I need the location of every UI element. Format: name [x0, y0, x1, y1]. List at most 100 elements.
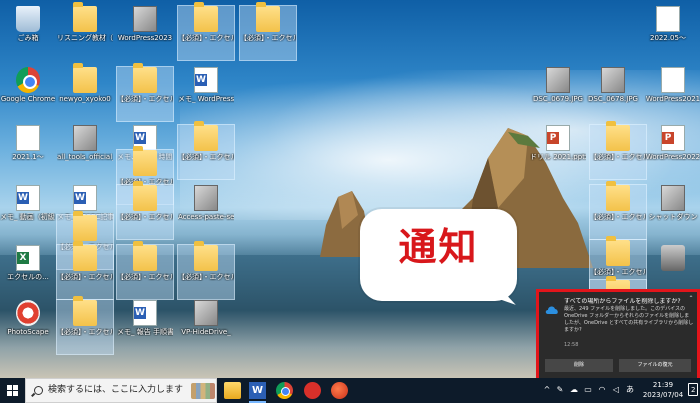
- desktop-icon[interactable]: 【必須】・エクセル 作: [56, 241, 114, 300]
- desktop-icon-label: 【必須】・エクセル 作: [57, 328, 113, 336]
- file-explorer-icon[interactable]: [224, 382, 241, 399]
- desktop-icon-label: メモ_ 動画（初級 作）.docx: [0, 213, 56, 221]
- desktop-icon-label: WordPress2021: [645, 95, 700, 103]
- folder-icon: [73, 63, 97, 93]
- desktop-icon[interactable]: all_tools_official_: [57, 125, 113, 179]
- word-icon: W: [73, 185, 97, 211]
- desktop-icon-label: 【必須】・エクセル 作: [117, 95, 173, 103]
- doc-icon: [661, 67, 685, 93]
- windows-logo-icon: [7, 385, 12, 390]
- red-app-icon[interactable]: [304, 382, 321, 399]
- doc-icon: [16, 125, 40, 151]
- ppt-icon: P: [661, 125, 685, 151]
- word-icon[interactable]: W: [249, 382, 266, 399]
- callout-text: 通知: [398, 225, 479, 269]
- desktop-icon[interactable]: 【必須】・エクセル 作: [56, 296, 114, 355]
- desktop-icon[interactable]: 2021.1～: [0, 125, 56, 179]
- desktop-icon[interactable]: Access-paste-sent...: [178, 185, 234, 239]
- desktop-icon-label: 【必須】・エクセル 作: [117, 273, 173, 281]
- desktop-icon[interactable]: VP-HideDrive_: [178, 300, 234, 354]
- desktop-icon[interactable]: 2022.05～: [640, 6, 696, 60]
- desktop-icon-label: 【必須】・エクセル 作: [117, 213, 173, 221]
- notification-time: 12:58: [564, 342, 579, 348]
- desktop-icon[interactable]: 【必須】・エクセル 作: [177, 2, 235, 61]
- desktop-icon[interactable]: W メモ_ 動画（初級 作）.docx: [0, 185, 56, 239]
- desktop-icon[interactable]: 【必須】・エクセル 作: [239, 2, 297, 61]
- notification-body: 最近、249 ファイルを削除しました。このデバイスの OneDrive フォルダ…: [564, 306, 694, 333]
- folder-icon: [606, 181, 630, 211]
- desktop-icon[interactable]: シャットダウン: [645, 185, 700, 239]
- chevron-up-icon[interactable]: ⌃: [687, 296, 695, 302]
- desktop-icon-label: newyo_xyoko0: [59, 95, 111, 103]
- desktop-icon[interactable]: PhotoScape: [0, 300, 56, 354]
- ppt-icon: P: [546, 125, 570, 151]
- orange-app-icon[interactable]: [331, 382, 348, 399]
- clock-date: 2023/07/04: [642, 391, 684, 399]
- desktop-icon-label: VP-HideDrive_: [181, 328, 231, 336]
- desktop-icon[interactable]: W メモ_ WordPress2021: [178, 67, 234, 121]
- desktop-icon-label: WordPress2022: [645, 153, 700, 161]
- clock[interactable]: 21:39 2023/07/04: [640, 380, 686, 400]
- desktop-icon[interactable]: 【必須】・エクセル 作: [589, 121, 647, 180]
- desktop-icon[interactable]: 【必須】・エクセル 作: [116, 241, 174, 300]
- word-icon: W: [16, 185, 40, 211]
- desktop-icon[interactable]: Google Chrome: [0, 67, 56, 121]
- desktop-icon[interactable]: P ドリル 2021.pptx: [530, 125, 586, 179]
- desktop-icon[interactable]: リスニング教材（東: [57, 2, 113, 60]
- wifi-icon[interactable]: ◠: [596, 385, 608, 395]
- thumbnail-icon: [194, 300, 218, 326]
- desktop-icon-label: エクセルの...: [7, 273, 49, 281]
- thumbnail-icon: [661, 185, 685, 211]
- folder-icon: [606, 121, 630, 151]
- notification-center-icon[interactable]: 2: [688, 383, 698, 396]
- desktop-icon[interactable]: W メモ_ 報告 手順書.docx: [117, 300, 173, 354]
- recycle-bin-icon: [16, 6, 40, 32]
- folder-icon: [194, 241, 218, 271]
- folder-icon: [133, 146, 157, 176]
- desktop-icon-label: 【必須】・エクセル 作: [590, 153, 646, 161]
- desktop-icon-label: WordPress2023: [117, 34, 173, 42]
- desktop-icon-label: ごみ箱: [17, 34, 39, 42]
- desktop-icon-label: 【必須】・エクセル 作: [240, 34, 296, 42]
- folder-icon: [133, 181, 157, 211]
- desktop-icon[interactable]: DSC_0678.JPG: [585, 67, 641, 121]
- desktop-icon[interactable]: 【必須】・エクセル 作: [116, 63, 174, 122]
- restore-files-button[interactable]: ファイルの復元: [619, 359, 691, 372]
- desktop-screen: ごみ箱リスニング教材（東WordPress2023【必須】・エクセル 作【必須】…: [0, 0, 700, 403]
- folder-icon: [73, 2, 97, 32]
- onedrive-notification[interactable]: ⌃ すべての場所からファイルを削除しますか? 最近、249 ファイルを削除しまし…: [539, 292, 697, 378]
- photoscape-icon: [16, 300, 40, 326]
- pen-icon[interactable]: ✎: [554, 385, 566, 395]
- folder-icon: [73, 296, 97, 326]
- ime-indicator[interactable]: あ: [624, 385, 636, 395]
- desktop-icon-label: all_tools_official_: [57, 153, 113, 161]
- desktop-icon[interactable]: 【必須】・エクセル 作: [177, 121, 235, 180]
- folder-icon: [256, 2, 280, 32]
- desktop-icon[interactable]: P WordPress2022: [645, 125, 700, 179]
- desktop-icon-label: ドリル 2021.pptx: [530, 153, 586, 161]
- onedrive-icon[interactable]: ☁: [568, 385, 580, 395]
- desktop-icon[interactable]: WordPress2023: [117, 6, 173, 60]
- chrome-icon: [16, 67, 40, 93]
- battery-icon[interactable]: ▭: [582, 385, 594, 395]
- chevron-up-icon[interactable]: ^: [542, 385, 552, 395]
- desktop-icon[interactable]: X エクセルの...: [0, 245, 56, 299]
- desktop-icon[interactable]: ごみ箱: [0, 6, 56, 60]
- chrome-icon[interactable]: [276, 382, 293, 399]
- taskbar-search-box[interactable]: 検索するには、ここに入力します: [25, 378, 217, 403]
- desktop-icon-label: 【必須】・エクセル 作: [178, 153, 234, 161]
- thumbnail-icon: [546, 67, 570, 93]
- desktop-icon[interactable]: 【必須】・エクセル 作: [116, 181, 174, 240]
- delete-button[interactable]: 削除: [545, 359, 613, 372]
- taskbar: 検索するには、ここに入力します W ^ ✎ ☁ ▭ ◠ ◁ あ 21:39 20…: [0, 378, 700, 403]
- notification-title: すべての場所からファイルを削除しますか?: [564, 298, 681, 305]
- desktop-icon[interactable]: DSC_0679.JPG: [530, 67, 586, 121]
- start-button[interactable]: [0, 378, 24, 403]
- volume-icon[interactable]: ◁: [610, 385, 622, 395]
- desktop-icon[interactable]: newyo_xyoko0: [57, 63, 113, 121]
- search-highlight-image: [191, 383, 215, 399]
- folder-icon: [73, 241, 97, 271]
- desktop-icon[interactable]: WordPress2021: [645, 67, 700, 121]
- desktop-icon[interactable]: 【必須】・エクセル 作: [589, 181, 647, 240]
- desktop-icon[interactable]: 【必須】・エクセル 作: [177, 241, 235, 300]
